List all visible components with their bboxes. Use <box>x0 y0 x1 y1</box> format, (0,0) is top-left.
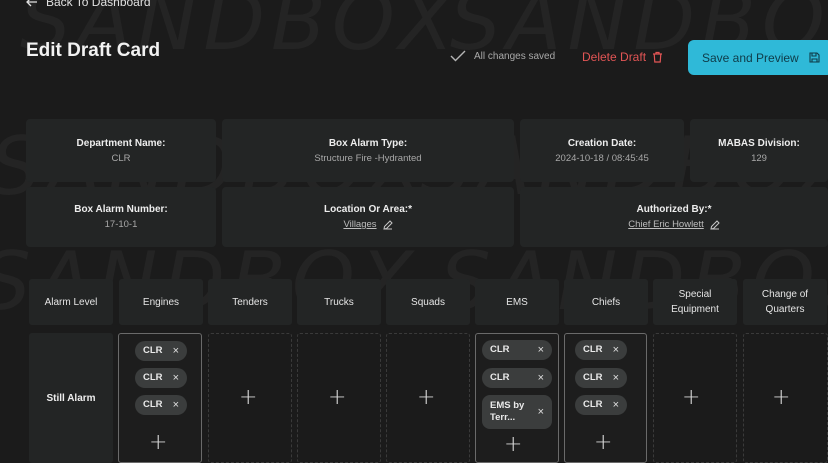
add-unit-icon[interactable]: + <box>328 387 346 409</box>
unit-chip-label: CLR <box>583 372 603 383</box>
remove-unit-icon[interactable]: × <box>173 372 179 384</box>
remove-unit-icon[interactable]: × <box>538 372 544 384</box>
unit-chip-label: CLR <box>490 372 510 383</box>
column-header-trucks: Trucks <box>297 279 381 325</box>
remove-unit-icon[interactable]: × <box>538 344 544 356</box>
unit-chip: CLR × <box>482 368 552 388</box>
location-label: Location Or Area:* <box>324 204 412 215</box>
column-header-alarm-level: Alarm Level <box>29 279 113 325</box>
remove-unit-icon[interactable]: × <box>613 399 619 411</box>
box-alarm-type-label: Box Alarm Type: <box>328 137 408 149</box>
column-header-chiefs: Chiefs <box>564 279 648 325</box>
save-and-preview-label: Save and Preview <box>702 50 799 65</box>
box-alarm-number-card: Box Alarm Number: 17-10-1 <box>26 187 216 247</box>
unit-chip: CLR × <box>575 368 627 388</box>
department-value: CLR <box>111 152 131 164</box>
unit-chip-label: CLR <box>143 399 163 410</box>
unit-chip-label: CLR <box>143 372 163 383</box>
unit-chip: CLR × <box>135 395 187 415</box>
pencil-icon[interactable] <box>710 219 720 230</box>
authorized-by-value-link[interactable]: Chief Eric Howlett <box>628 219 704 230</box>
box-alarm-type-card: Box Alarm Type: Structure Fire -Hydrante… <box>222 119 514 182</box>
add-unit-icon[interactable]: + <box>772 387 790 409</box>
authorized-by-card: Authorized By:* Chief Eric Howlett <box>520 187 828 247</box>
save-status: All changes saved <box>450 50 555 62</box>
trash-icon <box>652 51 663 63</box>
back-link-label: Back To Dashboard <box>46 0 151 9</box>
unit-chip: CLR × <box>575 340 627 360</box>
box-alarm-number-label: Box Alarm Number: <box>74 204 168 215</box>
department-card: Department Name: CLR <box>26 119 216 182</box>
authorized-by-field: Chief Eric Howlett <box>628 219 720 230</box>
creation-date-label: Creation Date: <box>567 137 637 149</box>
back-to-dashboard-link[interactable]: Back To Dashboard <box>26 0 151 9</box>
cell-special-equipment[interactable]: + <box>653 333 737 463</box>
box-alarm-type-value: Structure Fire -Hydranted <box>314 152 422 164</box>
unit-chip: CLR × <box>135 368 187 388</box>
alarm-level-still-alarm: Still Alarm <box>29 333 113 463</box>
page-title: Edit Draft Card <box>26 40 161 61</box>
save-icon <box>809 52 820 63</box>
unit-chip: CLR × <box>575 395 627 415</box>
creation-date-value: 2024-10-18 / 08:45:45 <box>555 152 649 164</box>
column-header-engines: Engines <box>119 279 203 325</box>
authorized-by-label: Authorized By:* <box>636 204 712 215</box>
column-header-squads: Squads <box>386 279 470 325</box>
unit-chip: EMS by Terr... × <box>482 395 552 429</box>
add-unit-icon[interactable]: + <box>417 387 435 409</box>
unit-chip-label: CLR <box>143 345 163 356</box>
box-alarm-number-value: 17-10-1 <box>104 219 138 230</box>
mabas-division-label: MABAS Division: <box>718 137 800 149</box>
unit-chip-label: EMS by Terr... <box>490 400 525 423</box>
remove-unit-icon[interactable]: × <box>613 344 619 356</box>
add-unit-icon[interactable]: + <box>682 387 700 409</box>
mabas-division-value: 129 <box>751 152 767 164</box>
column-header-special-equipment: Special Equipment <box>653 279 737 325</box>
creation-date-card: Creation Date: 2024-10-18 / 08:45:45 <box>520 119 684 182</box>
remove-unit-icon[interactable]: × <box>173 399 179 411</box>
unit-chip-label: CLR <box>583 344 603 355</box>
location-field: Villages <box>343 219 393 230</box>
add-unit-icon[interactable]: + <box>239 387 257 409</box>
column-header-change-of-quarters: Change of Quarters <box>743 279 827 325</box>
unit-chip: CLR × <box>482 340 552 360</box>
unit-chip: CLR × <box>135 341 187 361</box>
add-unit-icon[interactable]: + <box>594 432 612 454</box>
cell-squads[interactable]: + <box>386 333 470 463</box>
save-status-label: All changes saved <box>474 50 556 62</box>
mabas-division-card: MABAS Division: 129 <box>690 119 828 182</box>
cell-ems: CLR × CLR × EMS by Terr... × + <box>475 333 559 463</box>
add-unit-icon[interactable]: + <box>149 432 167 454</box>
checkmark-icon <box>450 50 466 62</box>
cell-engines: CLR × CLR × CLR × + <box>118 333 202 463</box>
column-header-ems: EMS <box>475 279 559 325</box>
location-value-link[interactable]: Villages <box>343 219 376 230</box>
column-header-tenders: Tenders <box>208 279 292 325</box>
location-card: Location Or Area:* Villages <box>222 187 514 247</box>
unit-chip-label: CLR <box>490 344 510 355</box>
remove-unit-icon[interactable]: × <box>173 345 179 357</box>
cell-chiefs: CLR × CLR × CLR × + <box>564 333 647 463</box>
cell-change-of-quarters[interactable]: + <box>743 333 828 463</box>
pencil-icon[interactable] <box>382 219 393 230</box>
cell-trucks[interactable]: + <box>297 333 381 463</box>
cell-tenders[interactable]: + <box>208 333 292 463</box>
arrow-left-icon <box>26 0 38 7</box>
unit-chip-label: CLR <box>583 399 603 410</box>
delete-draft-button[interactable]: Delete Draft <box>582 50 663 64</box>
add-unit-icon[interactable]: + <box>504 434 522 456</box>
delete-draft-label: Delete Draft <box>582 50 647 64</box>
remove-unit-icon[interactable]: × <box>538 406 544 418</box>
save-and-preview-button[interactable]: Save and Preview <box>688 40 828 75</box>
department-label: Department Name: <box>76 137 166 149</box>
remove-unit-icon[interactable]: × <box>613 372 619 384</box>
